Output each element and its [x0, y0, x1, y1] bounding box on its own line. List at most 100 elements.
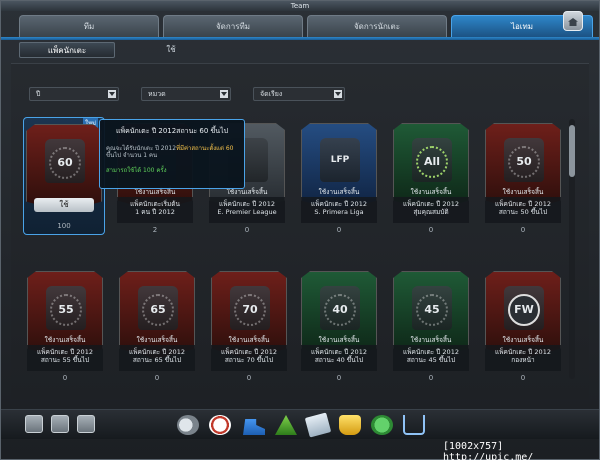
pack-card[interactable]: 65 ใช้งานเสร็จสิ้น แพ็คนักเตะ ปี 2012 สถ… — [117, 271, 197, 383]
tooltip-usage: สามารถใช้ได้ 100 ครั้ง — [106, 167, 167, 174]
pack-count: 0 — [62, 374, 68, 382]
pack-count: 0 — [154, 374, 160, 382]
pack-description: แพ็คนักเตะ ปี 2012 สถานะ 45 ขึ้นไป — [393, 345, 469, 371]
pack-card[interactable]: 55 ใช้งานเสร็จสิ้น แพ็คนักเตะ ปี 2012 สถ… — [25, 271, 105, 383]
pack-description: แพ็คนักเตะ ปี 2012 สถานะ 50 ขึ้นไป — [485, 197, 561, 223]
featured-pack-card[interactable]: ใหม่ 60 ใช้ 100 — [23, 117, 105, 235]
pack-desc-line2: สถานะ 65 ขึ้นไป — [132, 356, 182, 364]
pack-count: 0 — [520, 374, 526, 382]
pack-status: ใช้งานเสร็จสิ้น — [228, 336, 270, 344]
pack-description: แพ็คนักเตะ ปี 2012 สุ่มคุณสมบัติ — [393, 197, 469, 223]
year-select[interactable]: ปี — [29, 87, 119, 101]
main-tabs: ทีม จัดการทีม จัดการนักเตะ ไอเทม — [19, 15, 593, 39]
chat-icon[interactable] — [51, 415, 69, 433]
window-title: Team — [1, 1, 599, 11]
filter-bar: ปี หมวด จัดเรียง — [29, 87, 345, 101]
pack-description: แพ็คนักเตะ ปี 2012 S. Primera Liga — [301, 197, 377, 223]
pack-desc-line2: 1 คน ปี 2012 — [135, 208, 175, 216]
pack-status: ใช้งานเสร็จสิ้น — [44, 336, 86, 344]
scrollbar[interactable] — [569, 119, 575, 379]
pack-count: 0 — [428, 374, 434, 382]
pack-desc-line1: แพ็คนักเตะเริ่มต้น — [130, 200, 180, 208]
tooltip-body-highlight: ที่มีค่าสถานะตั้งแต่ 60 — [176, 145, 234, 152]
chevron-down-icon — [220, 90, 228, 98]
chevron-down-icon — [108, 90, 116, 98]
pack-description: แพ็คนักเตะ ปี 2012 สถานะ 65 ขึ้นไป — [119, 345, 195, 371]
tooltip-body-prefix: คุณจะได้รับนักเตะ ปี 2012 — [106, 145, 177, 152]
pack-card[interactable]: 50 ใช้งานเสร็จสิ้น แพ็คนักเตะ ปี 2012 สถ… — [483, 123, 563, 235]
pack-desc-line1: แพ็คนักเตะ ปี 2012 — [403, 348, 459, 356]
tab-team[interactable]: ทีม — [19, 15, 159, 37]
pack-badge: 70 — [234, 294, 266, 326]
whistle-icon[interactable] — [177, 415, 199, 435]
pack-count: 0 — [246, 374, 252, 382]
pack-card[interactable]: FW ใช้งานเสร็จสิ้น แพ็คนักเตะ ปี 2012 กอ… — [483, 271, 563, 383]
tooltip-body: คุณจะได้รับนักเตะ ปี 2012ที่มีค่าสถานะตั… — [106, 145, 238, 159]
tab-manage-team[interactable]: จัดการทีม — [163, 15, 303, 37]
pack-desc-line2: S. Primera Liga — [314, 208, 364, 216]
pack-count: 0 — [428, 226, 434, 234]
trophy-icon[interactable] — [339, 415, 361, 435]
pack-desc-line2: E. Premier League — [217, 208, 277, 216]
category-select[interactable]: หมวด — [141, 87, 231, 101]
pack-description: แพ็คนักเตะเริ่มต้น 1 คน ปี 2012 — [117, 197, 193, 223]
club-icon[interactable] — [371, 415, 393, 435]
pack-count: 0 — [336, 226, 342, 234]
pack-count: 0 — [520, 226, 526, 234]
pack-desc-line1: แพ็คนักเตะ ปี 2012 — [129, 348, 185, 356]
pack-desc-line2: สถานะ 50 ขึ้นไป — [498, 208, 548, 216]
pack-desc-line1: แพ็คนักเตะ ปี 2012 — [219, 200, 275, 208]
team-window: Team ทีม จัดการทีม จัดการนักเตะ ไอเทม แพ… — [0, 0, 600, 460]
pack-badge: FW — [508, 294, 540, 326]
pack-status: ใช้งานเสร็จสิ้น — [136, 336, 178, 344]
pack-status: ใช้งานเสร็จสิ้น — [318, 336, 360, 344]
pack-card[interactable]: 70 ใช้งานเสร็จสิ้น แพ็คนักเตะ ปี 2012 สถ… — [209, 271, 289, 383]
pack-desc-line2: สถานะ 45 ขึ้นไป — [406, 356, 456, 364]
pack-desc-line1: แพ็คนักเตะ ปี 2012 — [37, 348, 93, 356]
profile-icon[interactable] — [25, 415, 43, 433]
pack-card[interactable]: LFP ใช้งานเสร็จสิ้น แพ็คนักเตะ ปี 2012 S… — [299, 123, 379, 235]
year-select-label: ปี — [36, 90, 41, 98]
home-button[interactable] — [563, 11, 583, 31]
use-button[interactable]: ใช้ — [34, 198, 94, 212]
pack-desc-line1: แพ็คนักเตะ ปี 2012 — [403, 200, 459, 208]
pack-status: ใช้งานเสร็จสิ้น — [318, 188, 360, 196]
pack-desc-line2: สถานะ 40 ขึ้นไป — [314, 356, 364, 364]
pack-badge: 50 — [508, 146, 540, 178]
tooltip-title: แพ็คนักเตะ ปี 2012สถานะ 60 ขึ้นไป — [115, 127, 229, 135]
chevron-down-icon — [334, 90, 342, 98]
sort-select[interactable]: จัดเรียง — [253, 87, 345, 101]
pack-status: ใช้งานเสร็จสิ้น — [410, 336, 452, 344]
tab-manage-players[interactable]: จัดการนักเตะ — [307, 15, 447, 37]
pack-count: 0 — [244, 226, 250, 234]
ball-icon[interactable] — [209, 415, 231, 435]
pack-card[interactable]: 40 ใช้งานเสร็จสิ้น แพ็คนักเตะ ปี 2012 สถ… — [299, 271, 379, 383]
category-select-label: หมวด — [148, 90, 166, 98]
sort-select-label: จัดเรียง — [260, 90, 283, 98]
pack-status: ใช้งานเสร็จสิ้น — [410, 188, 452, 196]
cart-icon[interactable] — [403, 415, 425, 435]
pack-description: แพ็คนักเตะ ปี 2012 E. Premier League — [209, 197, 285, 223]
subtab-player-pack[interactable]: แพ็คนักเตะ — [19, 42, 115, 58]
pack-badge: 65 — [142, 294, 174, 326]
pack-desc-line1: แพ็คนักเตะ ปี 2012 — [495, 200, 551, 208]
mail-icon[interactable] — [77, 415, 95, 433]
pack-badge: All — [416, 146, 448, 178]
pack-desc-line1: แพ็คนักเตะ ปี 2012 — [495, 348, 551, 356]
pack-description: แพ็คนักเตะ ปี 2012 กองหน้า — [485, 345, 561, 371]
pack-card[interactable]: 45 ใช้งานเสร็จสิ้น แพ็คนักเตะ ปี 2012 สถ… — [391, 271, 471, 383]
pack-desc-line2: สถานะ 55 ขึ้นไป — [40, 356, 90, 364]
tab-underline — [1, 37, 599, 40]
sub-tabs: แพ็คนักเตะ ใช้ — [19, 42, 219, 58]
pack-count: 2 — [152, 226, 158, 234]
subtab-use[interactable]: ใช้ — [123, 42, 219, 58]
pack-count: 0 — [336, 374, 342, 382]
pack-desc-line1: แพ็คนักเตะ ปี 2012 — [221, 348, 277, 356]
pack-badge: 60 — [49, 147, 81, 179]
pack-description: แพ็คนักเตะ ปี 2012 สถานะ 55 ขึ้นไป — [27, 345, 103, 371]
pack-badge: LFP — [330, 155, 350, 165]
pack-card[interactable]: All ใช้งานเสร็จสิ้น แพ็คนักเตะ ปี 2012 ส… — [391, 123, 471, 235]
pack-desc-line2: สุ่มคุณสมบัติ — [413, 208, 449, 216]
pack-description: แพ็คนักเตะ ปี 2012 สถานะ 70 ขึ้นไป — [211, 345, 287, 371]
scroll-thumb[interactable] — [569, 125, 575, 177]
